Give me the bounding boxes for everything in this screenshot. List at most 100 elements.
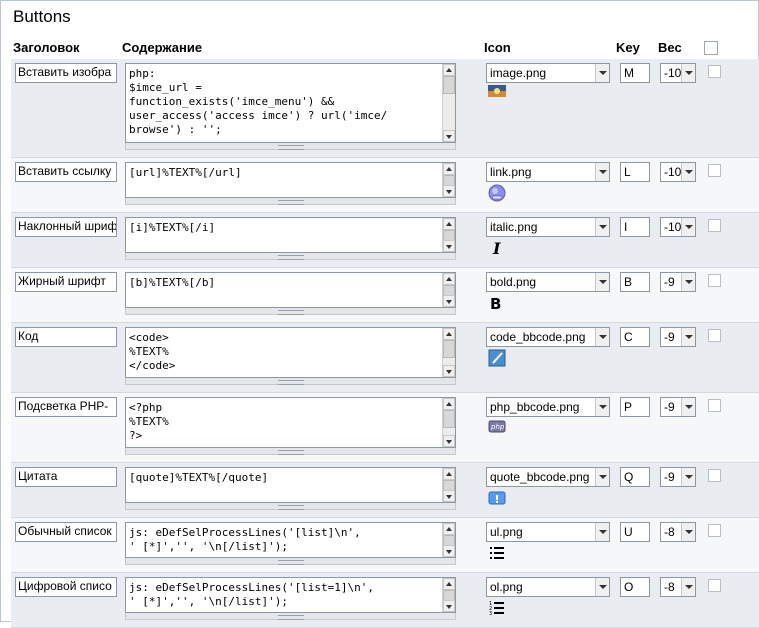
chevron-down-icon[interactable] bbox=[595, 273, 609, 291]
chevron-down-icon[interactable] bbox=[681, 218, 695, 236]
button-title-input[interactable]: Цитата bbox=[15, 467, 117, 487]
icon-select[interactable]: code_bbcode.png bbox=[486, 327, 610, 347]
row-delete-checkbox[interactable] bbox=[708, 329, 721, 342]
access-key-input[interactable]: B bbox=[620, 272, 650, 292]
chevron-down-icon[interactable] bbox=[681, 398, 695, 416]
weight-select[interactable]: -8 bbox=[660, 577, 696, 597]
textarea-resize-grip[interactable] bbox=[125, 253, 456, 260]
icon-select[interactable]: ul.png bbox=[486, 522, 610, 542]
textarea-resize-grip[interactable] bbox=[125, 143, 456, 150]
icon-select[interactable]: bold.png bbox=[486, 272, 610, 292]
button-title-input[interactable]: Цифровой списо bbox=[15, 577, 117, 597]
access-key-input[interactable]: C bbox=[620, 327, 650, 347]
content-scrollbar[interactable] bbox=[442, 578, 455, 612]
scroll-down-icon[interactable] bbox=[443, 490, 455, 502]
weight-select[interactable]: -9 bbox=[660, 397, 696, 417]
access-key-input[interactable]: M bbox=[620, 63, 650, 83]
content-scrollbar[interactable] bbox=[442, 328, 455, 377]
content-scrollbar[interactable] bbox=[442, 273, 455, 307]
chevron-down-icon[interactable] bbox=[681, 328, 695, 346]
button-title-input[interactable]: Вставить изобра bbox=[15, 63, 117, 83]
scroll-down-icon[interactable] bbox=[443, 365, 455, 377]
chevron-down-icon[interactable] bbox=[595, 398, 609, 416]
chevron-down-icon[interactable] bbox=[595, 218, 609, 236]
textarea-resize-grip[interactable] bbox=[125, 308, 456, 315]
row-delete-checkbox[interactable] bbox=[708, 399, 721, 412]
access-key-input[interactable]: L bbox=[620, 162, 650, 182]
scroll-down-icon[interactable] bbox=[443, 295, 455, 307]
icon-select[interactable]: quote_bbcode.png bbox=[486, 467, 610, 487]
textarea-resize-grip[interactable] bbox=[125, 558, 456, 565]
row-delete-checkbox[interactable] bbox=[708, 469, 721, 482]
weight-select[interactable]: -10 bbox=[660, 63, 696, 83]
icon-select[interactable]: ol.png bbox=[486, 577, 610, 597]
scroll-up-icon[interactable] bbox=[443, 64, 455, 76]
scroll-down-icon[interactable] bbox=[443, 600, 455, 612]
button-content-textarea[interactable]: <?php %TEXT% ?> bbox=[125, 397, 456, 448]
scroll-down-icon[interactable] bbox=[443, 240, 455, 252]
button-content-textarea[interactable]: php: $imce_url = function_exists('imce_m… bbox=[125, 63, 456, 143]
access-key-input[interactable]: P bbox=[620, 397, 650, 417]
textarea-resize-grip[interactable] bbox=[125, 503, 456, 510]
icon-select[interactable]: image.png bbox=[486, 63, 610, 83]
button-content-textarea[interactable]: [url]%TEXT%[/url] bbox=[125, 162, 456, 198]
row-delete-checkbox[interactable] bbox=[708, 579, 721, 592]
row-delete-checkbox[interactable] bbox=[708, 524, 721, 537]
chevron-down-icon[interactable] bbox=[681, 64, 695, 82]
button-content-textarea[interactable]: [quote]%TEXT%[/quote] bbox=[125, 467, 456, 503]
content-scrollbar[interactable] bbox=[442, 218, 455, 252]
access-key-input[interactable]: Q bbox=[620, 467, 650, 487]
scroll-up-icon[interactable] bbox=[443, 273, 455, 285]
icon-select[interactable]: italic.png bbox=[486, 217, 610, 237]
weight-select[interactable]: -9 bbox=[660, 327, 696, 347]
button-content-textarea[interactable]: [i]%TEXT%[/i] bbox=[125, 217, 456, 253]
content-scrollbar[interactable] bbox=[442, 523, 455, 557]
chevron-down-icon[interactable] bbox=[595, 578, 609, 596]
chevron-down-icon[interactable] bbox=[681, 523, 695, 541]
row-delete-checkbox[interactable] bbox=[708, 164, 721, 177]
button-title-input[interactable]: Подсветка PHP- bbox=[15, 397, 117, 417]
content-scrollbar[interactable] bbox=[442, 468, 455, 502]
access-key-input[interactable]: U bbox=[620, 522, 650, 542]
textarea-resize-grip[interactable] bbox=[125, 613, 456, 620]
icon-select[interactable]: link.png bbox=[486, 162, 610, 182]
chevron-down-icon[interactable] bbox=[595, 328, 609, 346]
textarea-resize-grip[interactable] bbox=[125, 198, 456, 205]
button-title-input[interactable]: Код bbox=[15, 327, 117, 347]
scroll-down-icon[interactable] bbox=[443, 130, 455, 142]
scroll-up-icon[interactable] bbox=[443, 523, 455, 535]
weight-select[interactable]: -9 bbox=[660, 467, 696, 487]
content-scrollbar[interactable] bbox=[442, 163, 455, 197]
button-content-textarea[interactable]: <code> %TEXT% </code> bbox=[125, 327, 456, 378]
weight-select[interactable]: -10 bbox=[660, 162, 696, 182]
scroll-down-icon[interactable] bbox=[443, 545, 455, 557]
row-delete-checkbox[interactable] bbox=[708, 274, 721, 287]
scroll-up-icon[interactable] bbox=[443, 328, 455, 340]
scroll-up-icon[interactable] bbox=[443, 218, 455, 230]
button-title-input[interactable]: Обычный список bbox=[15, 522, 117, 542]
content-scrollbar[interactable] bbox=[442, 398, 455, 447]
chevron-down-icon[interactable] bbox=[595, 163, 609, 181]
scroll-up-icon[interactable] bbox=[443, 398, 455, 410]
access-key-input[interactable]: O bbox=[620, 577, 650, 597]
scroll-up-icon[interactable] bbox=[443, 578, 455, 590]
access-key-input[interactable]: I bbox=[620, 217, 650, 237]
scroll-up-icon[interactable] bbox=[443, 468, 455, 480]
chevron-down-icon[interactable] bbox=[681, 163, 695, 181]
chevron-down-icon[interactable] bbox=[595, 523, 609, 541]
button-title-input[interactable]: Жирный шрифт bbox=[15, 272, 117, 292]
row-delete-checkbox[interactable] bbox=[708, 219, 721, 232]
row-delete-checkbox[interactable] bbox=[708, 65, 721, 78]
button-content-textarea[interactable]: js: eDefSelProcessLines('[list]\n', ' [*… bbox=[125, 522, 456, 558]
scroll-up-icon[interactable] bbox=[443, 163, 455, 175]
weight-select[interactable]: -8 bbox=[660, 522, 696, 542]
button-content-textarea[interactable]: js: eDefSelProcessLines('[list=1]\n', ' … bbox=[125, 577, 456, 613]
weight-select[interactable]: -9 bbox=[660, 272, 696, 292]
button-title-input[interactable]: Наклонный шриф bbox=[15, 217, 117, 237]
scroll-down-icon[interactable] bbox=[443, 185, 455, 197]
chevron-down-icon[interactable] bbox=[681, 468, 695, 486]
chevron-down-icon[interactable] bbox=[595, 468, 609, 486]
chevron-down-icon[interactable] bbox=[595, 64, 609, 82]
chevron-down-icon[interactable] bbox=[681, 578, 695, 596]
scroll-thumb[interactable] bbox=[443, 76, 455, 94]
